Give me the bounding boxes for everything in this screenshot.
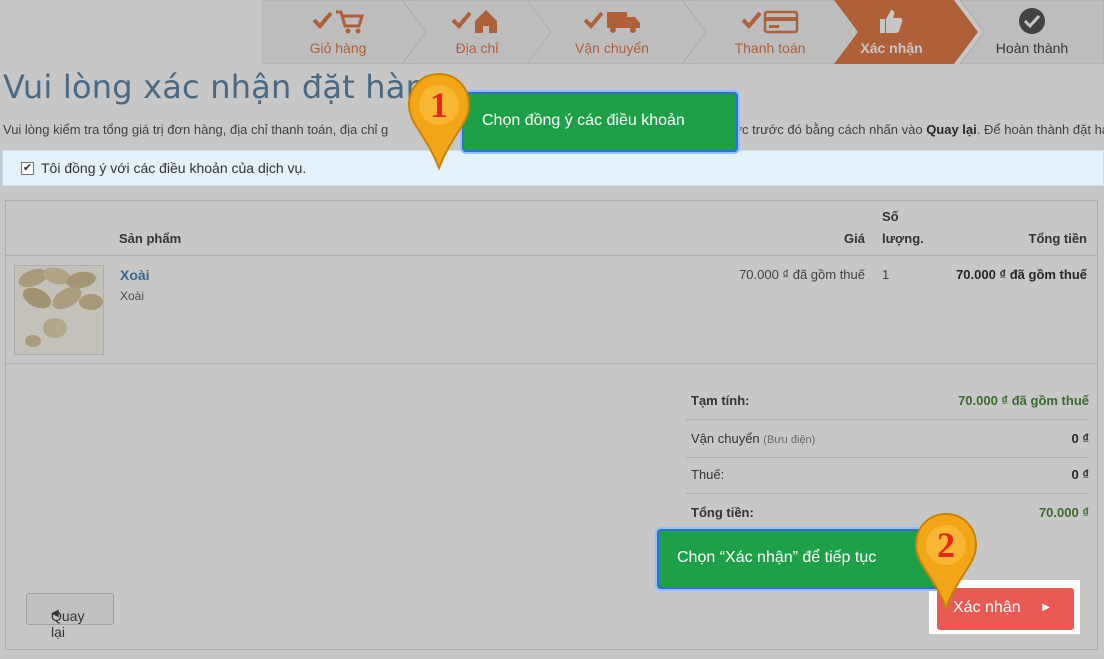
terms-text: Tôi đồng ý với các điều khoản của dịch v… bbox=[41, 160, 307, 176]
subtotal-value: 70.000 ₫ đã gồm thuế bbox=[958, 393, 1089, 408]
header-qty: lượng. bbox=[882, 231, 924, 246]
divider bbox=[6, 255, 1097, 256]
total-value: 70.000 ₫ bbox=[1038, 505, 1089, 520]
product-subtitle: Xoài bbox=[120, 289, 145, 303]
summary-total: Tổng tiền: 70.000 ₫ bbox=[686, 497, 1089, 533]
step-label: Hoàn thành bbox=[995, 40, 1069, 56]
cart-icon bbox=[262, 6, 414, 36]
callout-one-text: Chọn đồng ý các điều khoản bbox=[482, 112, 685, 129]
header-product: Sản phẩm bbox=[119, 231, 182, 246]
step-cart[interactable]: Giỏ hàng bbox=[262, 0, 427, 64]
truck-icon bbox=[527, 6, 697, 36]
map-pin-icon: 1 bbox=[406, 72, 472, 175]
summary-shipping: Vận chuyển (Bưu điện) 0 ₫ bbox=[686, 423, 1089, 459]
terms-agree-row[interactable]: ✔ Tôi đồng ý với các điều khoản của dịch… bbox=[2, 150, 1104, 186]
divider bbox=[686, 457, 1089, 458]
divider bbox=[686, 493, 1089, 494]
divider bbox=[686, 419, 1089, 420]
callout-one-number: 1 bbox=[430, 85, 448, 125]
map-pin-icon: 2 bbox=[913, 512, 979, 615]
total-label: Tổng tiền: bbox=[691, 505, 754, 520]
summary-subtotal: Tạm tính: 70.000 ₫ đã gồm thuế bbox=[686, 385, 1089, 421]
header-price: Giá bbox=[844, 231, 865, 246]
shipping-label-text: Vận chuyển bbox=[691, 431, 760, 446]
chevron-right-icon: ▶ bbox=[1042, 602, 1050, 613]
check-circle-icon bbox=[960, 6, 1104, 36]
summary-tax: Thuế: 0 ₫ bbox=[686, 459, 1089, 495]
header-total: Tổng tiền bbox=[1028, 231, 1088, 246]
intro-part: . Để hoàn thành đặt hàng bằ bbox=[976, 122, 1104, 137]
header-qty: Số bbox=[882, 209, 899, 224]
tax-label: Thuế: bbox=[691, 467, 725, 482]
row-qty: 1 bbox=[882, 267, 890, 282]
intro-part: Vui lòng kiểm tra tổng giá trị đơn hàng,… bbox=[3, 122, 389, 137]
callout-two-text: Chọn “Xác nhận” để tiếp tục bbox=[677, 549, 877, 566]
tax-value: 0 ₫ bbox=[1071, 467, 1089, 482]
step-complete[interactable]: Hoàn thành bbox=[960, 0, 1104, 64]
checkout-steps: Giỏ hàng Địa chỉ Vận chuyển Thanh toán X… bbox=[262, 0, 1104, 64]
step-shipping[interactable]: Vận chuyển bbox=[527, 0, 707, 64]
product-thumbnail[interactable] bbox=[14, 265, 104, 355]
terms-checkbox[interactable]: ✔ bbox=[21, 162, 34, 175]
row-total: 70.000 ₫ đã gồm thuế bbox=[956, 267, 1087, 282]
shipping-value: 0 ₫ bbox=[1071, 431, 1089, 446]
intro-back-link: Quay lại bbox=[926, 122, 977, 137]
callout-two: Chọn “Xác nhận” để tiếp tục bbox=[657, 529, 947, 589]
row-price: 70.000 ₫ đã gồm thuế bbox=[739, 267, 865, 282]
page-title: Vui lòng xác nhận đặt hàng bbox=[3, 68, 447, 106]
callout-one: Chọn đồng ý các điều khoản bbox=[462, 92, 738, 152]
step-confirm[interactable]: Xác nhận bbox=[834, 0, 978, 64]
callout-two-number: 2 bbox=[937, 525, 955, 565]
step-label: Giỏ hàng bbox=[309, 40, 367, 56]
step-label: Vận chuyển bbox=[575, 40, 649, 56]
divider bbox=[6, 363, 1097, 364]
product-name-link[interactable]: Xoài bbox=[120, 267, 150, 283]
shipping-note: (Bưu điện) bbox=[763, 434, 816, 446]
back-button-label: Quay lại bbox=[51, 608, 85, 640]
subtotal-label: Tạm tính: bbox=[691, 393, 750, 408]
back-button[interactable]: ◀ Quay lại bbox=[26, 593, 114, 640]
step-label: Xác nhận bbox=[860, 40, 923, 56]
shipping-label: Vận chuyển (Bưu điện) bbox=[691, 431, 815, 446]
thumbs-up-icon bbox=[819, 6, 964, 36]
